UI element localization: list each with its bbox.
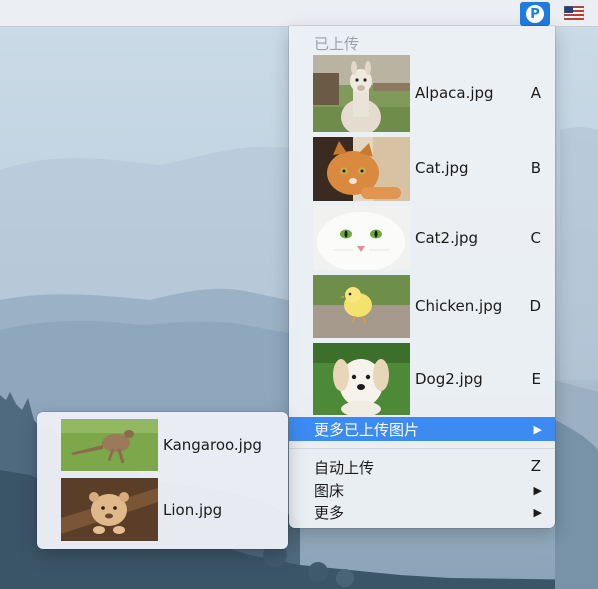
- kangaroo-photo: [61, 419, 158, 471]
- tray-dropdown-menu: 已上传 Alpaca.jpg A Cat.jpg B Cat2.jpg C Ch…: [289, 26, 555, 528]
- alpaca-photo: [313, 55, 410, 132]
- uploaded-item-alpaca[interactable]: Alpaca.jpg A: [289, 55, 555, 132]
- image-host-item[interactable]: 图床 ▶: [289, 478, 555, 500]
- us-flag-icon[interactable]: [564, 6, 584, 20]
- item-label: 图床: [314, 482, 345, 500]
- shortcut-key: Z: [530, 457, 541, 475]
- item-label: Dog2.jpg: [415, 370, 483, 388]
- shortcut-key: C: [530, 229, 541, 247]
- more-uploaded-submenu: Kangaroo.jpg Lion.jpg: [37, 412, 288, 549]
- chick-photo: [313, 275, 410, 338]
- shortcut-key: D: [529, 297, 541, 315]
- uploaded-item-cat2[interactable]: Cat2.jpg C: [289, 206, 555, 270]
- item-label: Cat2.jpg: [415, 229, 479, 247]
- uploaded-item-cat[interactable]: Cat.jpg B: [289, 137, 555, 201]
- picgo-app-icon[interactable]: P: [520, 2, 550, 26]
- cat-photo: [313, 137, 410, 201]
- submenu-arrow-icon: ▶: [533, 506, 542, 519]
- uploaded-section-header: 已上传: [314, 35, 360, 53]
- white-cat-photo: [313, 206, 410, 270]
- item-label: 自动上传: [314, 459, 375, 477]
- item-label: Lion.jpg: [163, 501, 223, 519]
- submenu-item-kangaroo[interactable]: Kangaroo.jpg: [37, 419, 288, 471]
- more-uploaded-images-item[interactable]: 更多已上传图片 ▶: [289, 417, 555, 441]
- item-label: 更多已上传图片: [314, 421, 420, 439]
- submenu-arrow-icon: ▶: [533, 484, 542, 497]
- uploaded-item-dog2[interactable]: Dog2.jpg E: [289, 343, 555, 415]
- item-label: Chicken.jpg: [415, 297, 503, 315]
- auto-upload-item[interactable]: 自动上传 Z: [289, 455, 555, 477]
- menu-bar: P: [0, 0, 598, 27]
- shortcut-key: E: [531, 370, 541, 388]
- shortcut-key: A: [530, 84, 541, 102]
- menu-separator: [289, 448, 555, 449]
- submenu-item-lion[interactable]: Lion.jpg: [37, 478, 288, 541]
- item-label: Cat.jpg: [415, 159, 469, 177]
- puppy-photo: [313, 343, 410, 415]
- more-item[interactable]: 更多 ▶: [289, 500, 555, 522]
- app-letter: P: [526, 5, 544, 23]
- item-label: Kangaroo.jpg: [163, 436, 262, 454]
- shortcut-key: B: [530, 159, 541, 177]
- item-label: 更多: [314, 504, 345, 522]
- lion-cub-photo: [61, 478, 158, 541]
- submenu-arrow-icon: ▶: [533, 423, 542, 436]
- uploaded-item-chicken[interactable]: Chicken.jpg D: [289, 275, 555, 338]
- item-label: Alpaca.jpg: [415, 84, 494, 102]
